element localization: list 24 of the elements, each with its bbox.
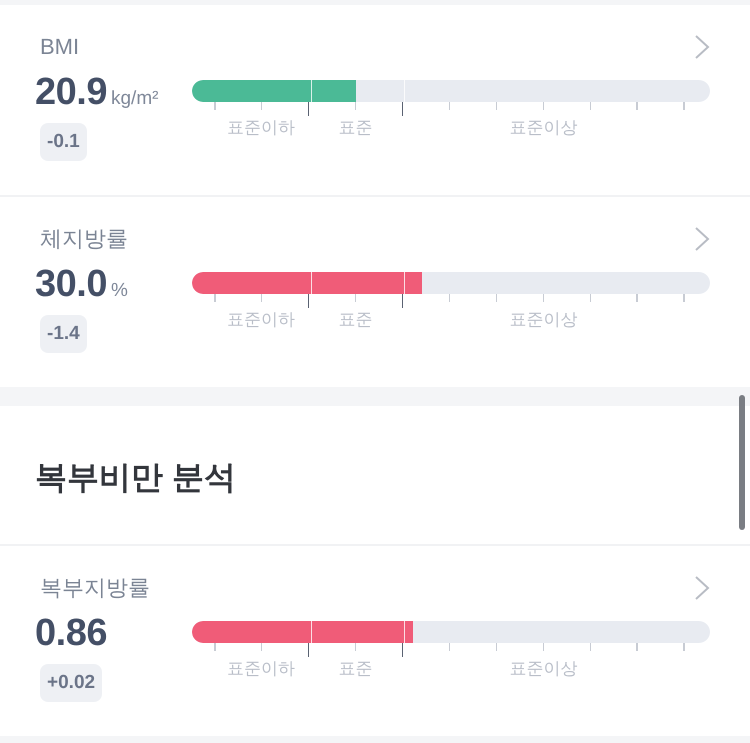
scale-label: 표준이상 [508,309,579,331]
change-badge: -0.1 [40,123,87,161]
unit-label: kg/m² [110,88,158,110]
metric-value: 0.86 [35,612,107,655]
scale-label: 표준이상 [508,658,579,680]
scale-label: 표준이하 [226,658,296,680]
scale-label: 표준 [337,117,374,139]
scale-label: 표준이상 [508,117,579,139]
metric-label: 복부지방률 [40,574,150,602]
chevron-right-icon[interactable] [694,575,710,601]
metric-label: BMI [40,34,80,60]
scale-label: 표준 [337,309,374,331]
metric-value: 20.9 [35,71,107,114]
unit-label: % [110,280,128,302]
scale-label: 표준이하 [226,309,296,331]
metric-label: 체지방률 [40,225,128,253]
metric-value: 30.0 [35,263,107,306]
scale-label: 표준 [337,658,374,680]
chevron-right-icon[interactable] [694,34,710,60]
change-badge: +0.02 [40,664,102,702]
change-badge: -1.4 [40,315,87,353]
chevron-right-icon[interactable] [694,226,710,252]
scale-label: 표준이하 [226,117,296,139]
section-title: 복부비만 분석 [35,458,237,497]
